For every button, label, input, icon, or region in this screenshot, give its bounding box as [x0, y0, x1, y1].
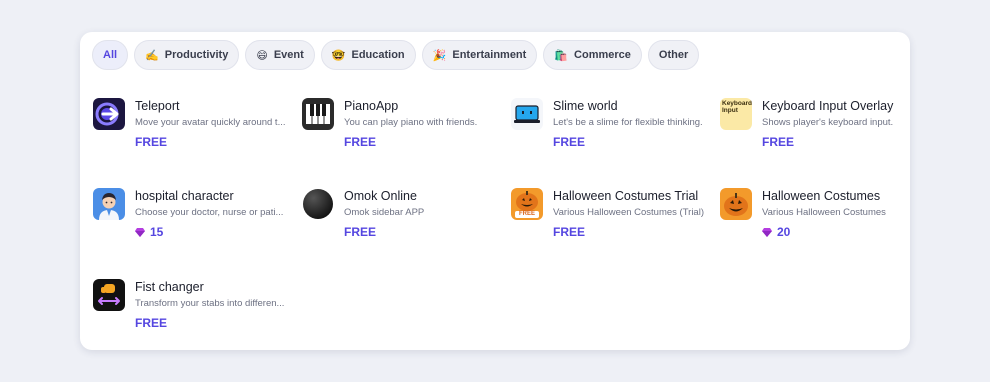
app-price: FREE [553, 225, 585, 239]
app-price: FREE [135, 135, 167, 149]
app-description: Various Halloween Costumes (Trial) [553, 207, 704, 218]
app-card-pianoapp[interactable]: PianoApp You can play piano with friends… [302, 98, 502, 158]
filter-label: Productivity [164, 49, 229, 61]
app-price: 20 [762, 225, 790, 239]
app-store-card: All ✍️ Productivity 😄 Event 🤓 Education 🎉 En… [80, 32, 910, 350]
app-card-halloween-costumes-trial[interactable]: FREE Halloween Costumes Trial Various Ha… [511, 188, 711, 248]
writing-hand-icon: ✍️ [145, 49, 159, 62]
app-name: Slime world [553, 99, 618, 113]
free-tag: FREE [515, 211, 539, 218]
filter-event[interactable]: 😄 Event [245, 40, 315, 70]
app-description: Omok sidebar APP [344, 207, 425, 218]
pumpkin-free-icon: FREE [511, 188, 543, 220]
filter-commerce[interactable]: 🛍️ Commerce [543, 40, 642, 70]
app-price: FREE [762, 135, 794, 149]
piano-icon [302, 98, 334, 130]
filter-entertainment[interactable]: 🎉 Entertainment [421, 40, 538, 70]
app-name: Omok Online [344, 189, 417, 203]
filter-label: Event [273, 49, 304, 61]
app-description: Transform your stabs into differen... [135, 298, 285, 309]
filter-label: Commerce [574, 49, 631, 61]
omok-stone-icon [302, 188, 334, 220]
party-popper-icon: 🎉 [432, 49, 447, 62]
app-name: Keyboard Input Overlay [762, 99, 894, 113]
price-label: FREE [553, 135, 586, 149]
app-card-teleport[interactable]: Teleport Move your avatar quickly around… [93, 98, 293, 158]
app-description: Shows player's keyboard input. [762, 117, 894, 128]
filter-label: Other [658, 49, 689, 61]
app-price: FREE [135, 316, 167, 330]
shopping-bags-icon: 🛍️ [554, 49, 569, 62]
price-label: FREE [553, 225, 586, 239]
filter-other[interactable]: Other [647, 40, 700, 70]
slime-laptop-icon [511, 98, 543, 130]
gem-icon [762, 228, 772, 237]
app-description: Various Halloween Costumes [762, 207, 886, 218]
app-name: PianoApp [344, 99, 399, 113]
price-label: FREE [762, 135, 795, 149]
gem-icon [135, 228, 145, 237]
app-card-fist-changer[interactable]: Fist changer Transform your stabs into d… [93, 279, 293, 339]
filter-productivity[interactable]: ✍️ Productivity [134, 40, 240, 70]
price-label: 20 [777, 225, 791, 239]
smile-icon: 😄 [256, 49, 268, 62]
filter-label: All [103, 49, 118, 61]
app-card-keyboard-input-overlay[interactable]: Keyboard Input Keyboard Input Overlay Sh… [720, 98, 920, 158]
app-price: FREE [344, 135, 376, 149]
doctor-avatar-icon [93, 188, 125, 220]
filter-label: Education [351, 49, 405, 61]
app-card-slime-world[interactable]: Slime world Let's be a slime for flexibl… [511, 98, 711, 158]
app-price: 15 [135, 225, 163, 239]
price-label: FREE [135, 316, 168, 330]
nerd-face-icon: 🤓 [331, 49, 346, 62]
app-price: FREE [344, 225, 376, 239]
app-name: Halloween Costumes [762, 189, 881, 203]
app-card-halloween-costumes[interactable]: Halloween Costumes Various Halloween Cos… [720, 188, 920, 248]
app-description: Let's be a slime for flexible thinking. [553, 117, 703, 128]
fist-swap-icon [93, 279, 125, 311]
price-label: FREE [135, 135, 168, 149]
keyboard-input-icon-text: Keyboard Input [722, 100, 752, 114]
app-description: You can play piano with friends. [344, 117, 478, 128]
price-label: FREE [344, 135, 377, 149]
app-description: Choose your doctor, nurse or pati... [135, 207, 284, 218]
app-description: Move your avatar quickly around t... [135, 117, 286, 128]
app-name: Fist changer [135, 280, 204, 294]
app-name: Halloween Costumes Trial [553, 189, 699, 203]
price-label: 15 [150, 225, 164, 239]
price-label: FREE [344, 225, 377, 239]
app-price: FREE [553, 135, 585, 149]
teleport-icon [93, 98, 125, 130]
filter-label: Entertainment [452, 49, 527, 61]
app-name: Teleport [135, 99, 180, 113]
app-name: hospital character [135, 189, 234, 203]
app-card-omok-online[interactable]: Omok Online Omok sidebar APP FREE [302, 188, 502, 248]
filter-education[interactable]: 🤓 Education [320, 40, 416, 70]
keyboard-input-icon: Keyboard Input [720, 98, 752, 130]
category-filters: All ✍️ Productivity 😄 Event 🤓 Education 🎉 En… [92, 40, 700, 70]
filter-all[interactable]: All [92, 40, 129, 70]
pumpkin-icon [720, 188, 752, 220]
app-card-hospital-character[interactable]: hospital character Choose your doctor, n… [93, 188, 293, 248]
